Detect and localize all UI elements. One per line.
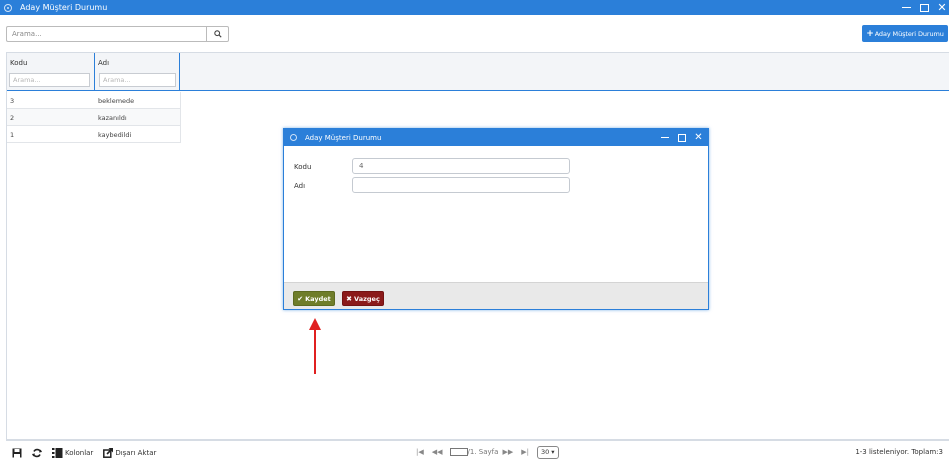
dialog-maximize-button[interactable]: [676, 129, 687, 146]
filter-input-adi[interactable]: [99, 73, 176, 87]
next-page-icon[interactable]: ▶▶: [502, 448, 513, 456]
grid-pager: Kolonlar Dışarı Aktar |◀ ◀◀ /1. Sayfa ▶▶…: [6, 440, 949, 463]
edit-dialog: Aday Müşteri Durumu ✕ Kodu Adı ✔ Kaydet …: [283, 128, 709, 310]
table-row[interactable]: 3 beklemede: [7, 92, 181, 109]
export-icon: [103, 447, 114, 458]
close-icon: ✕: [694, 132, 703, 143]
search-button[interactable]: [206, 26, 229, 42]
dialog-close-button[interactable]: ✕: [693, 129, 704, 146]
cancel-label: Vazgeç: [354, 294, 380, 303]
refresh-icon: [32, 448, 42, 457]
record-summary: 1-3 listeleniyor. Toplam:3: [855, 448, 943, 456]
dialog-titlebar: Aday Müşteri Durumu ✕: [284, 129, 708, 146]
column-label-kodu: Kodu: [10, 59, 28, 67]
search-icon: [213, 30, 222, 38]
search-bar: [6, 26, 229, 42]
page-size-select[interactable]: 30 ▾: [536, 445, 559, 459]
column-label-adi: Adı: [98, 59, 110, 67]
cancel-button[interactable]: ✖ Vazgeç: [342, 291, 384, 306]
dialog-title: Aday Müşteri Durumu: [305, 133, 382, 142]
save-label: Kaydet: [305, 294, 331, 303]
adi-label: Adı: [294, 182, 306, 190]
add-candidate-status-button[interactable]: + Aday Müşteri Durumu: [862, 25, 948, 42]
cell-kodu: 2: [10, 114, 15, 122]
cell-adi: kaybedildi: [98, 131, 132, 139]
grid-header: Kodu Adı: [7, 53, 949, 91]
annotation-arrow-icon: [309, 318, 321, 374]
window-controls: ✕: [895, 0, 949, 15]
cell-kodu: 1: [10, 131, 15, 139]
columns-label: Kolonlar: [65, 448, 94, 457]
grid-rows: 3 beklemede 2 kazanıldı 1 kaybedildi: [7, 92, 181, 143]
pagination: |◀ ◀◀ /1. Sayfa ▶▶ ▶| 30 ▾: [412, 445, 559, 459]
previous-page-icon[interactable]: ◀◀: [432, 448, 443, 456]
search-input[interactable]: [6, 26, 206, 42]
table-row[interactable]: 1 kaybedildi: [7, 126, 181, 143]
floppy-disk-icon: [12, 448, 22, 457]
window-close-button[interactable]: ✕: [935, 0, 949, 15]
pager-tools: Kolonlar Dışarı Aktar: [12, 446, 166, 459]
add-button-label: Aday Müşteri Durumu: [874, 29, 944, 38]
minimize-icon: [901, 6, 911, 9]
window-app-icon: [4, 3, 12, 12]
page-size-value: 30: [540, 448, 550, 456]
save-button[interactable]: ✔ Kaydet: [293, 291, 335, 306]
cell-adi: kazanıldı: [98, 114, 127, 122]
window-title: Aday Müşteri Durumu: [20, 3, 108, 12]
columns-icon: [52, 447, 63, 458]
window-maximize-button[interactable]: [917, 0, 931, 15]
cell-adi: beklemede: [98, 97, 135, 105]
window-titlebar: Aday Müşteri Durumu ✕: [0, 0, 949, 15]
dialog-app-icon: [290, 134, 297, 141]
last-page-icon[interactable]: ▶|: [521, 448, 529, 456]
dialog-footer: ✔ Kaydet ✖ Vazgeç: [284, 282, 708, 309]
columns-button[interactable]: Kolonlar: [52, 447, 94, 458]
window-minimize-button[interactable]: [899, 0, 913, 15]
column-header-adi[interactable]: Adı: [95, 53, 180, 90]
minimize-icon: [660, 136, 669, 139]
chevron-down-icon: ▾: [551, 448, 555, 456]
first-page-icon[interactable]: |◀: [416, 448, 424, 456]
kodu-field[interactable]: [352, 158, 570, 174]
page-count-label: /1. Sayfa: [467, 448, 499, 456]
maximize-icon: [919, 3, 929, 12]
column-header-kodu[interactable]: Kodu: [7, 53, 95, 90]
kodu-label: Kodu: [294, 163, 312, 171]
refresh-button[interactable]: [32, 448, 42, 458]
maximize-icon: [677, 133, 686, 142]
dialog-minimize-button[interactable]: [659, 129, 670, 146]
cell-kodu: 3: [10, 97, 15, 105]
export-button[interactable]: Dışarı Aktar: [103, 447, 157, 458]
x-icon: ✖: [346, 294, 353, 303]
filter-input-kodu[interactable]: [9, 73, 90, 87]
export-label: Dışarı Aktar: [115, 448, 157, 457]
save-layout-button[interactable]: [12, 448, 22, 458]
checkmark-icon: ✔: [297, 294, 304, 303]
plus-icon: +: [866, 28, 874, 39]
page-number-input[interactable]: [449, 448, 468, 456]
dialog-controls: ✕: [653, 129, 704, 146]
adi-field[interactable]: [352, 177, 570, 193]
table-row[interactable]: 2 kazanıldı: [7, 109, 181, 126]
close-icon: ✕: [937, 1, 947, 14]
